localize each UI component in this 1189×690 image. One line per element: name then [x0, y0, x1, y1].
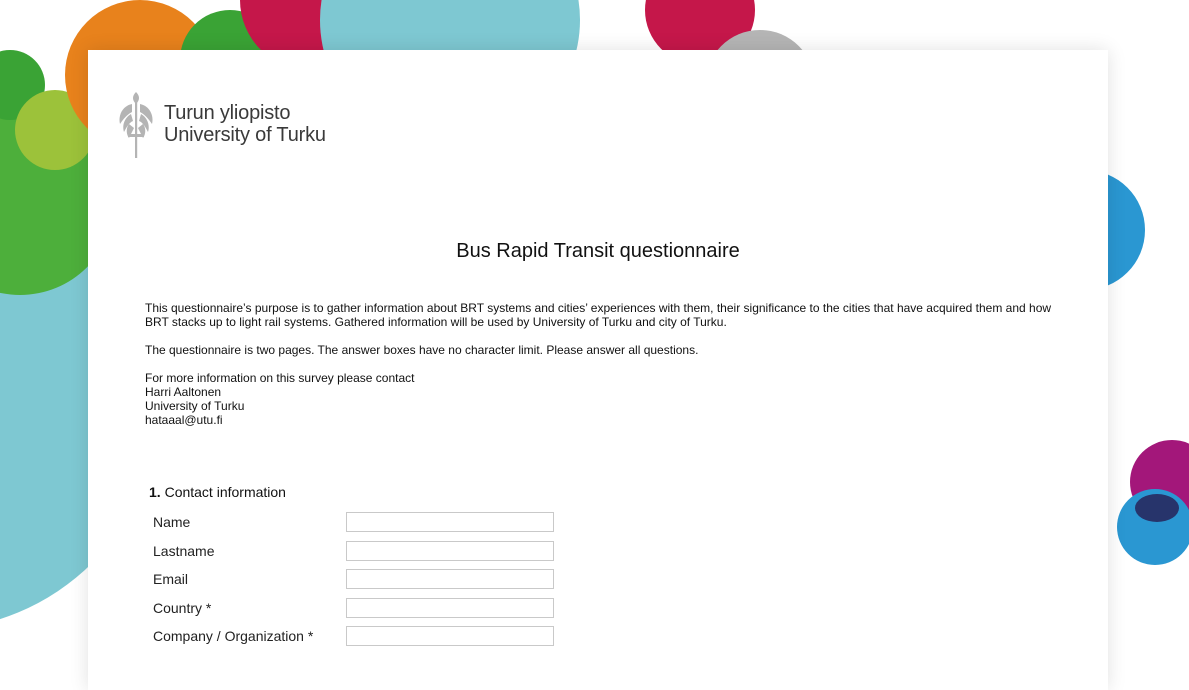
university-name: Turun yliopisto University of Turku: [164, 102, 326, 146]
form-row-country: Country *: [149, 594, 554, 623]
intro-paragraph: The questionnaire is two pages. The answ…: [145, 343, 699, 357]
university-name-en: University of Turku: [164, 124, 326, 146]
survey-card: Turun yliopisto University of Turku Bus …: [88, 50, 1108, 690]
contact-email: hataaal@utu.fi: [145, 413, 223, 427]
name-input[interactable]: [346, 512, 554, 533]
form-row-email: Email: [149, 565, 554, 594]
university-name-fi: Turun yliopisto: [164, 102, 291, 124]
organization-input[interactable]: [346, 626, 554, 647]
section-title-text: Contact information: [164, 484, 286, 500]
form-row-organization: Company / Organization *: [149, 622, 554, 651]
section-title: 1. Contact information: [149, 484, 554, 500]
form-row-name: Name: [149, 508, 554, 537]
page-title: Bus Rapid Transit questionnaire: [456, 240, 740, 262]
contact-intro: For more information on this survey plea…: [145, 371, 415, 385]
form-row-lastname: Lastname: [149, 537, 554, 566]
organization-label: Company / Organization *: [153, 628, 314, 645]
lastname-label: Lastname: [153, 542, 215, 559]
university-logo: Turun yliopisto University of Turku: [116, 88, 326, 160]
university-torch-icon: [119, 92, 153, 158]
section-number: 1.: [149, 484, 161, 500]
contact-name: Harri Aaltonen: [145, 385, 222, 399]
country-label: Country *: [153, 599, 212, 616]
intro-paragraph: This questionnaire’s purpose is to gathe…: [145, 301, 1052, 329]
contact-information-section: 1. Contact information Name Lastname Ema…: [149, 484, 554, 651]
contact-organization: University of Turku: [145, 399, 245, 413]
country-input[interactable]: [346, 597, 554, 618]
name-label: Name: [153, 514, 191, 531]
email-label: Email: [153, 571, 189, 588]
email-input[interactable]: [346, 569, 554, 590]
intro-text: This questionnaire’s purpose is to gathe…: [145, 301, 1075, 427]
lastname-input[interactable]: [346, 540, 554, 561]
